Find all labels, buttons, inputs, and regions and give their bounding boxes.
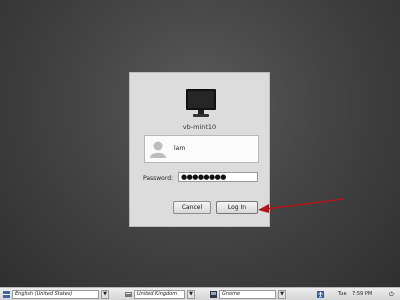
keyboard-layout-combo[interactable]: United Kingdom [134,290,185,299]
login-dialog: vb-mint10 lam Password: ●●●●●●●● Cancel … [129,72,270,227]
bottom-panel: English (United States) ▼ United Kingdom… [0,287,400,300]
keyboard-icon [125,292,132,297]
keyboard-dropdown-icon[interactable]: ▼ [187,290,195,299]
password-field[interactable]: ●●●●●●●● [178,172,258,182]
red-arrow-annotation [258,198,345,213]
hostname-label: vb-mint10 [182,123,217,131]
accessibility-icon[interactable] [317,291,324,298]
session-icon [210,291,217,298]
cancel-button[interactable]: Cancel [173,201,211,214]
computer-monitor-icon [186,89,216,117]
login-button[interactable]: Log In [216,201,258,214]
language-dropdown-icon[interactable]: ▼ [101,290,109,299]
language-flag-icon [3,291,10,298]
username-label: lam [174,145,186,152]
power-icon[interactable]: ⏻ [389,291,394,298]
password-label: Password: [143,175,174,182]
language-combo[interactable]: English (United States) [12,290,99,299]
day-label: Tue [338,291,347,297]
session-dropdown-icon[interactable]: ▼ [278,290,286,299]
clock-label: 7:59 PM [352,291,373,297]
session-combo[interactable]: Gnome [219,290,276,299]
user-entry[interactable]: lam [144,135,259,163]
user-avatar-icon [150,141,166,158]
